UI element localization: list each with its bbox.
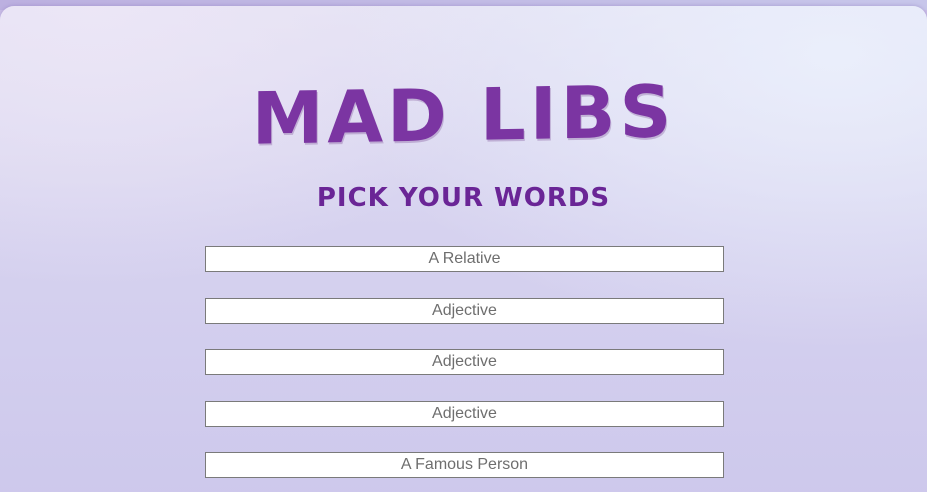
page-title: MAD LIBS bbox=[251, 69, 676, 161]
adjective-input-2[interactable] bbox=[205, 349, 724, 375]
relative-input[interactable] bbox=[205, 246, 724, 272]
adjective-input-3[interactable] bbox=[205, 400, 724, 427]
word-form bbox=[205, 246, 724, 492]
adjective-input-1[interactable] bbox=[205, 297, 724, 324]
page-subtitle: PICK YOUR WORDS bbox=[316, 183, 611, 213]
famous-person-input[interactable] bbox=[205, 452, 724, 478]
